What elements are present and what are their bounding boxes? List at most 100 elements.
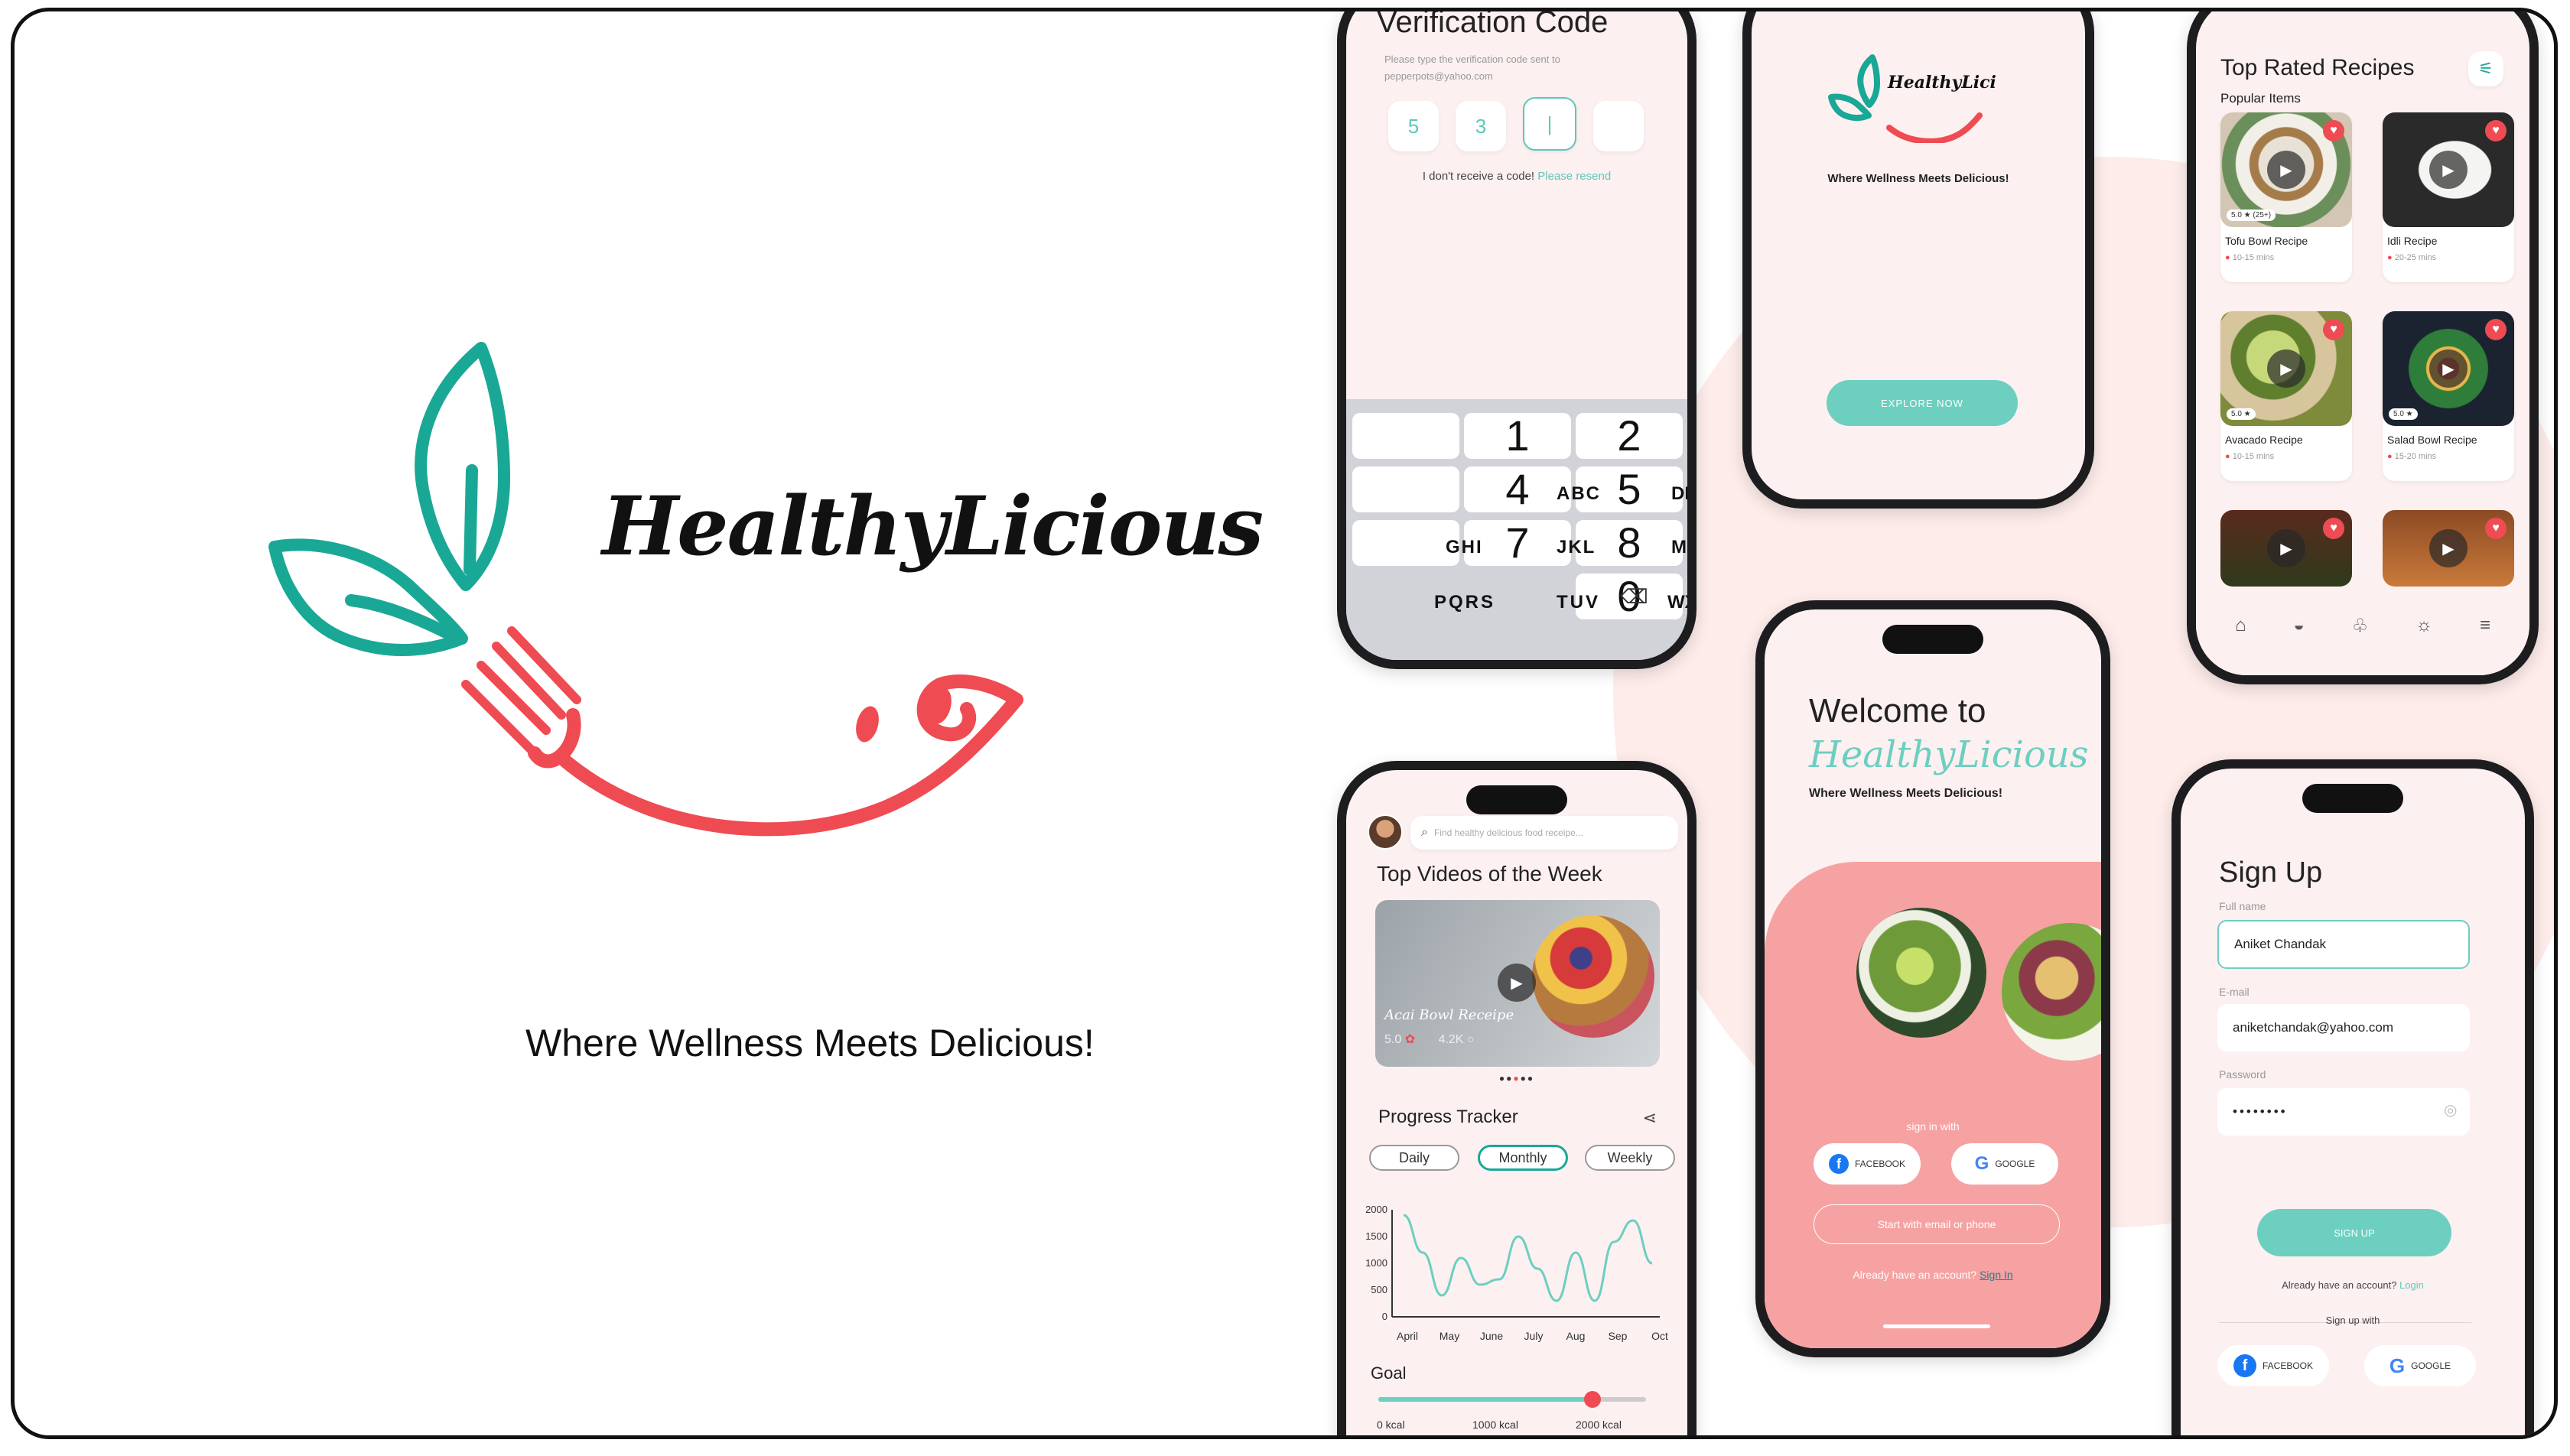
recipe-image: ▶ ♥ 5.0 ★ [2383,311,2514,426]
video-name: Acai Bowl Receipe [1384,1007,1514,1023]
key-4[interactable]: 4 [1464,466,1571,512]
phone-splash: HealthyLicious Where Wellness Meets Deli… [1742,11,2094,509]
signin-with-label: sign in with [1906,1120,1960,1133]
tab-daily[interactable]: Daily [1369,1145,1459,1171]
play-icon[interactable]: ▶ [2429,529,2468,567]
goal-slider[interactable] [1378,1391,1646,1408]
recipe-card-partial-1[interactable]: ▶ ♥ [2220,510,2352,587]
welcome-line2: HealthyLicious [1809,733,2089,776]
google-button[interactable]: G GOOGLE [1951,1143,2058,1185]
fork-icon [461,626,1023,837]
smile-eye-left [856,706,879,743]
avatar[interactable] [1368,814,1403,850]
recipe-card-idli[interactable]: ▶ ♥ Idli Recipe ● 20-25 mins [2383,112,2514,282]
video-card[interactable]: ▶ Acai Bowl Receipe 5.0 ✿ 4.2K ○ [1375,900,1660,1067]
signin-link[interactable]: Sign In [1980,1269,2013,1281]
key-7-digit: 7 [1505,518,1530,567]
recipes-title: Top Rated Recipes [2220,55,2415,80]
x-tick-label: May [1440,1330,1459,1342]
signup-button[interactable]: SIGN UP [2257,1209,2451,1256]
google-icon: G [2389,1354,2406,1377]
login-link[interactable]: Login [2399,1279,2424,1291]
key-2[interactable]: 2 [1576,413,1683,459]
y-tick-label: 500 [1371,1284,1387,1295]
bulb-icon[interactable]: ☼ [2415,615,2432,636]
email-field[interactable]: aniketchandak@yahoo.com [2217,1004,2470,1051]
video-views: 4.2K [1438,1033,1464,1046]
recipe-image: ▶ ♥ 5.0 ★ (25+) [2220,112,2352,227]
heart-icon[interactable]: ♥ [2323,518,2344,539]
heart-icon[interactable]: ♥ [2323,319,2344,340]
tab-weekly[interactable]: Weekly [1585,1145,1675,1171]
play-icon[interactable]: ▶ [2429,349,2468,388]
code-digit-4[interactable] [1593,101,1644,151]
facebook-label: FACEBOOK [2262,1360,2314,1371]
play-icon[interactable]: ▶ [2267,349,2305,388]
time-text: 15-20 mins [2394,452,2437,461]
explore-now-button[interactable]: EXPLORE NOW [1827,380,2018,426]
play-icon[interactable]: ▶ [2267,529,2305,567]
recipe-card-salad[interactable]: ▶ ♥ 5.0 ★ Salad Bowl Recipe ● 15-20 mins [2383,311,2514,481]
play-icon[interactable]: ▶ [2267,151,2305,189]
search-input[interactable]: Find healthy delicious food receipe... [1434,827,1583,838]
desc-line1: Please type the verification code sent t… [1384,54,1560,65]
key-row2-left[interactable] [1352,466,1459,512]
heart-icon[interactable]: ♥ [2485,518,2507,539]
facebook-button[interactable]: f FACEBOOK [1814,1143,1921,1185]
filter-icon[interactable]: ⚟ [2468,51,2503,86]
code-digit-2[interactable]: 3 [1456,101,1506,151]
phone-welcome: Welcome to HealthyLicious Where Wellness… [1755,600,2110,1357]
recipe-time: ● 20-25 mins [2387,253,2437,262]
heart-icon[interactable]: ♥ [2485,120,2507,141]
dynamic-island [1882,625,1983,654]
tab-monthly[interactable]: Monthly [1478,1145,1568,1171]
code-digit-1[interactable]: 5 [1388,101,1439,151]
fullname-field[interactable]: Aniket Chandak [2217,920,2470,969]
eye-icon: ○ [1463,1033,1475,1046]
key-label-jkl: JKL [1557,537,1596,557]
leaf-icon [268,342,510,656]
signup-facebook-button[interactable]: f FACEBOOK [2217,1345,2329,1386]
key-1[interactable] [1352,413,1459,459]
recipe-card-tofu[interactable]: ▶ ♥ 5.0 ★ (25+) Tofu Bowl Recipe ● 10-15… [2220,112,2352,282]
home-icon[interactable]: ⌂ [2235,615,2246,636]
signup-screen: Sign Up Full name Aniket Chandak E-mail … [2181,769,2525,1435]
already-text: Already have an account? [1853,1269,1977,1281]
recipes-subtitle: Popular Items [2220,91,2301,106]
code-digit-3[interactable]: | [1523,97,1576,151]
password-field[interactable]: •••••••• [2217,1088,2470,1136]
key-1-main[interactable]: 1 [1464,413,1571,459]
x-tick-label: June [1480,1330,1504,1342]
key-label-abc: ABC [1557,483,1601,504]
signup-google-button[interactable]: G GOOGLE [2364,1345,2476,1386]
heart-icon[interactable]: ♥ [2485,319,2507,340]
start-email-button[interactable]: Start with email or phone [1814,1204,2060,1244]
eye-icon[interactable]: ◎ [2444,1100,2457,1120]
goal-knob[interactable] [1584,1391,1601,1408]
signup-already-text: Already have an account? [2282,1279,2397,1291]
goal-label-0: 0 kcal [1377,1419,1405,1431]
search-bar[interactable]: ⌕ Find healthy delicious food receipe... [1410,816,1678,850]
heart-icon[interactable]: ♥ [2323,120,2344,141]
verification-desc: Please type the verification code sent t… [1384,51,1560,85]
recipe-card-avocado[interactable]: ▶ ♥ 5.0 ★ Avacado Recipe ● 10-15 mins [2220,311,2352,481]
facebook-label: FACEBOOK [1854,1159,1906,1169]
recipe-name: Salad Bowl Recipe [2387,434,2477,446]
backspace-icon[interactable]: ⌫ [1620,585,1648,609]
video-meta: 5.0 ✿ 4.2K ○ [1384,1032,1475,1047]
share-icon[interactable]: ⋖ [1643,1108,1657,1128]
welcome-screen: Welcome to HealthyLicious Where Wellness… [1765,609,2101,1348]
bowl-icon[interactable]: ◒ [2293,615,2305,636]
time-text: 10-15 mins [2232,452,2275,461]
desc-line2: pepperpots@yahoo.com [1384,70,1493,82]
play-icon[interactable]: ▶ [1498,964,1536,1002]
recipe-card-partial-2[interactable]: ▶ ♥ [2383,510,2514,587]
series-line [1403,1214,1653,1302]
key-row3-left[interactable] [1352,520,1459,566]
resend-link[interactable]: Please resend [1537,170,1611,183]
menu-icon[interactable]: ≡ [2480,615,2490,636]
chef-icon[interactable]: ♧ [2352,615,2369,637]
acai-bowl-image [1532,915,1654,1038]
recipe-time: ● 10-15 mins [2225,253,2275,262]
play-icon[interactable]: ▶ [2429,151,2468,189]
